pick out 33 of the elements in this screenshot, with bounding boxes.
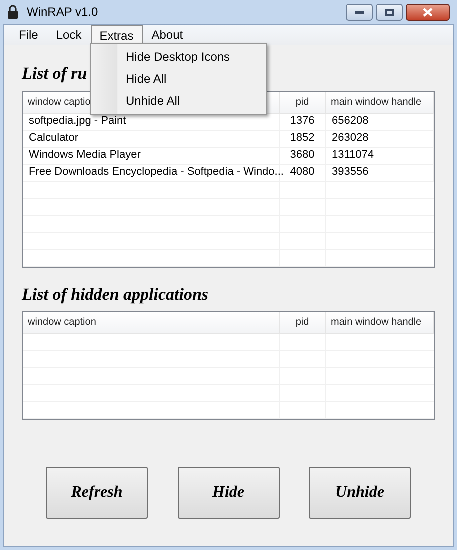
close-icon (423, 8, 433, 16)
column-header[interactable]: main window handle (326, 312, 434, 333)
column-header[interactable]: pid (280, 312, 326, 333)
table-cell: 1852 (280, 130, 326, 146)
window-title: WinRAP v1.0 (27, 4, 98, 21)
table-cell: 393556 (326, 164, 434, 180)
padlock-icon (7, 5, 19, 19)
menu-item[interactable]: Lock (47, 25, 91, 45)
column-header[interactable]: pid (280, 92, 326, 112)
table-cell: 656208 (326, 114, 434, 130)
menu-option[interactable]: Unhide All (91, 90, 266, 112)
action-button[interactable]: Unhide (309, 467, 411, 519)
list-view[interactable]: window caption pid main window handle (22, 311, 435, 420)
action-button[interactable]: Hide (178, 467, 280, 519)
table-cell: 1311074 (326, 148, 434, 164)
column-header[interactable]: window caption (23, 312, 280, 333)
action-button[interactable]: Refresh (46, 467, 148, 519)
menu-option[interactable]: Hide Desktop Icons (91, 46, 266, 68)
table-cell: 263028 (326, 130, 434, 146)
maximize-button[interactable] (376, 4, 403, 20)
section-title: List of ru (22, 63, 88, 85)
column-header[interactable]: main window handle (326, 92, 434, 112)
menu-item[interactable]: File (10, 25, 48, 45)
menu-option[interactable]: Hide All (91, 68, 266, 90)
table-cell: 3680 (280, 148, 326, 164)
minimize-button[interactable] (346, 4, 373, 20)
menu-item[interactable]: About (142, 25, 192, 45)
table-cell: Windows Media Player (23, 148, 280, 164)
section-title: List of hidden applications (22, 284, 210, 306)
table-cell: Calculator (23, 130, 280, 146)
menu-item[interactable]: Extras (90, 25, 143, 45)
close-button[interactable] (406, 4, 450, 20)
table-cell: 1376 (280, 114, 326, 130)
